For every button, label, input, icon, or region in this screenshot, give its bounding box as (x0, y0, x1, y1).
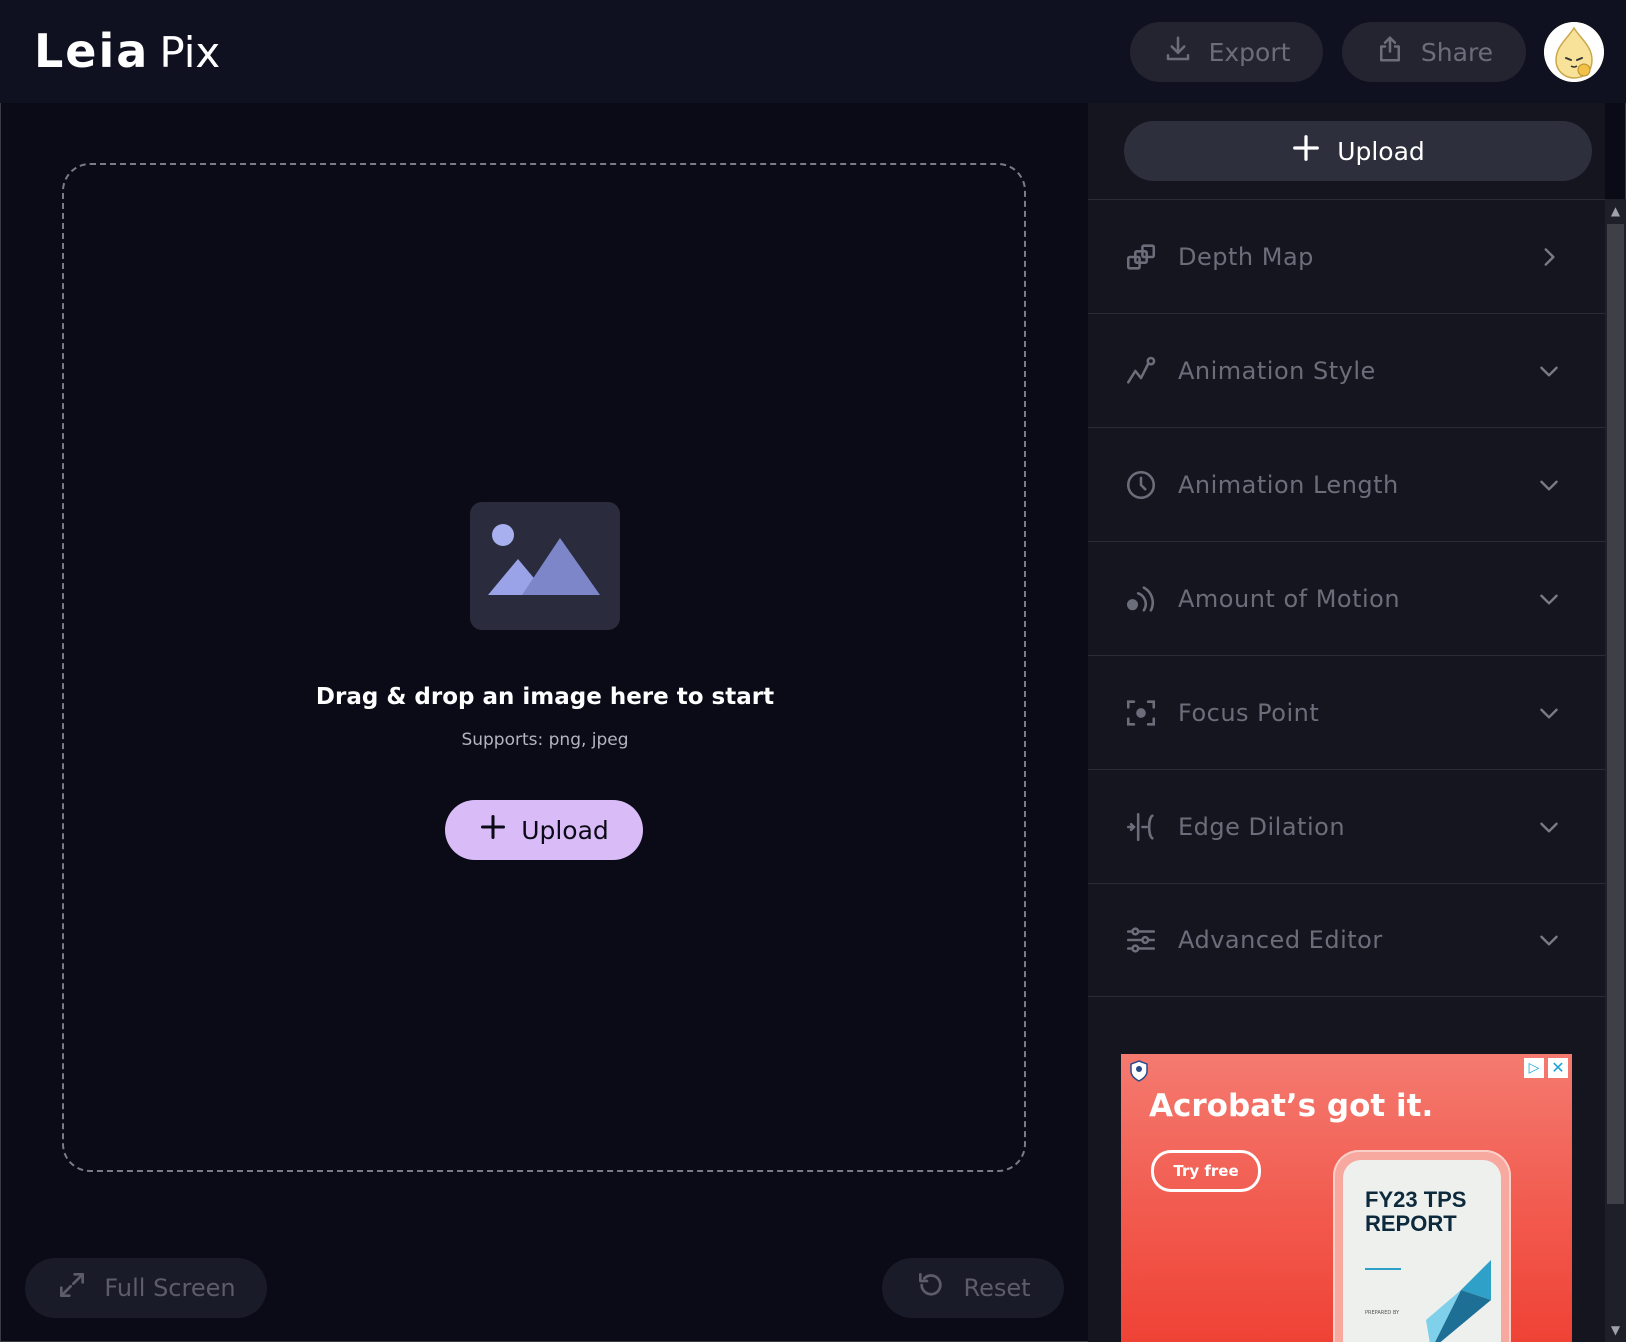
ad-try-free-button[interactable]: Try free (1151, 1150, 1261, 1192)
sidebar-item-label: Depth Map (1178, 242, 1314, 271)
scroll-thumb[interactable] (1607, 224, 1624, 1204)
sidebar-item-amount-of-motion[interactable]: Amount of Motion (1088, 541, 1605, 655)
export-button[interactable]: Export (1130, 22, 1323, 82)
plus-icon (1291, 133, 1321, 169)
scroll-up-arrow-icon[interactable]: ▲ (1607, 203, 1624, 219)
sidebar-item-label: Animation Style (1178, 356, 1376, 385)
plus-icon (479, 813, 507, 847)
edge-dilation-icon (1124, 810, 1158, 844)
scroll-down-arrow-icon[interactable]: ▼ (1607, 1322, 1624, 1338)
chevron-down-icon (1536, 927, 1562, 953)
ad-phone-screen: FY23 TPS REPORT PREPARED BY (1343, 1160, 1501, 1342)
advertisement-banner[interactable]: ▷ ✕ Acrobat’s got it. Try free FY23 TPS … (1121, 1054, 1572, 1342)
ad-paper-plane-icon (1426, 1260, 1491, 1342)
ad-phone-illustration: FY23 TPS REPORT PREPARED BY (1333, 1150, 1511, 1342)
ad-report-title: FY23 TPS REPORT (1365, 1187, 1467, 1236)
sidebar-scrollbar[interactable]: ▲ ▼ (1605, 199, 1626, 1342)
reset-label: Reset (963, 1274, 1031, 1302)
logo-pix-text: Pix (159, 28, 221, 77)
ad-headline: Acrobat’s got it. (1149, 1088, 1434, 1124)
sidebar-item-label: Animation Length (1178, 470, 1399, 499)
focus-point-icon (1124, 696, 1158, 730)
ad-report-divider (1365, 1268, 1401, 1270)
sidebar-upload-button[interactable]: Upload (1124, 121, 1592, 181)
depth-map-icon (1124, 240, 1158, 274)
image-drop-zone[interactable] (62, 163, 1026, 1172)
chevron-down-icon (1536, 358, 1562, 384)
ad-close-icon[interactable]: ✕ (1548, 1058, 1568, 1078)
sidebar-item-depth-map[interactable]: Depth Map (1088, 199, 1605, 313)
sidebar-item-focus-point[interactable]: Focus Point (1088, 655, 1605, 769)
sidebar-item-label: Edge Dilation (1178, 812, 1346, 841)
sliders-icon (1124, 923, 1158, 957)
chevron-right-icon (1536, 244, 1562, 270)
user-avatar[interactable] (1544, 22, 1604, 82)
animation-style-icon (1124, 354, 1158, 388)
sidebar-item-animation-length[interactable]: Animation Length (1088, 427, 1605, 541)
reset-icon (915, 1269, 947, 1307)
download-icon (1163, 34, 1193, 70)
chevron-down-icon (1536, 586, 1562, 612)
clock-icon (1124, 468, 1158, 502)
export-label: Export (1208, 37, 1291, 67)
chevron-down-icon (1536, 814, 1562, 840)
ad-prepared-by: PREPARED BY (1365, 1310, 1400, 1316)
sidebar-item-label: Amount of Motion (1178, 584, 1401, 613)
image-placeholder-icon (470, 502, 620, 630)
expand-icon (56, 1269, 88, 1307)
sidebar-item-animation-style[interactable]: Animation Style (1088, 313, 1605, 427)
chevron-down-icon (1536, 472, 1562, 498)
ad-choices-icon[interactable]: ▷ (1524, 1058, 1544, 1078)
leiapix-logo[interactable]: Leia Pix (34, 24, 220, 80)
sidebar-item-label: Focus Point (1178, 698, 1320, 727)
reset-button[interactable]: Reset (882, 1258, 1064, 1318)
share-label: Share (1420, 37, 1494, 67)
sidebar-item-edge-dilation[interactable]: Edge Dilation (1088, 769, 1605, 883)
upload-label: Upload (521, 815, 609, 845)
full-screen-button[interactable]: Full Screen (25, 1258, 267, 1318)
sidebar-upload-label: Upload (1337, 136, 1425, 166)
motion-icon (1124, 582, 1158, 616)
supported-formats: Supports: png, jpeg (461, 730, 629, 750)
ad-shield-icon (1129, 1060, 1149, 1082)
upload-button[interactable]: Upload (445, 800, 643, 860)
avatar-character-icon (1544, 22, 1604, 82)
logo-leia-text: Leia (34, 24, 150, 78)
settings-list: Depth Map Animation Style Animation Leng… (1088, 199, 1605, 997)
chevron-down-icon (1536, 700, 1562, 726)
top-bar: Leia Pix Export Share (0, 0, 1626, 103)
share-button[interactable]: Share (1342, 22, 1526, 82)
sidebar-item-advanced-editor[interactable]: Advanced Editor (1088, 883, 1605, 997)
sidebar-item-label: Advanced Editor (1178, 926, 1383, 954)
share-icon (1375, 34, 1405, 70)
full-screen-label: Full Screen (104, 1274, 236, 1302)
drop-instructions: Drag & drop an image here to start (315, 684, 775, 710)
